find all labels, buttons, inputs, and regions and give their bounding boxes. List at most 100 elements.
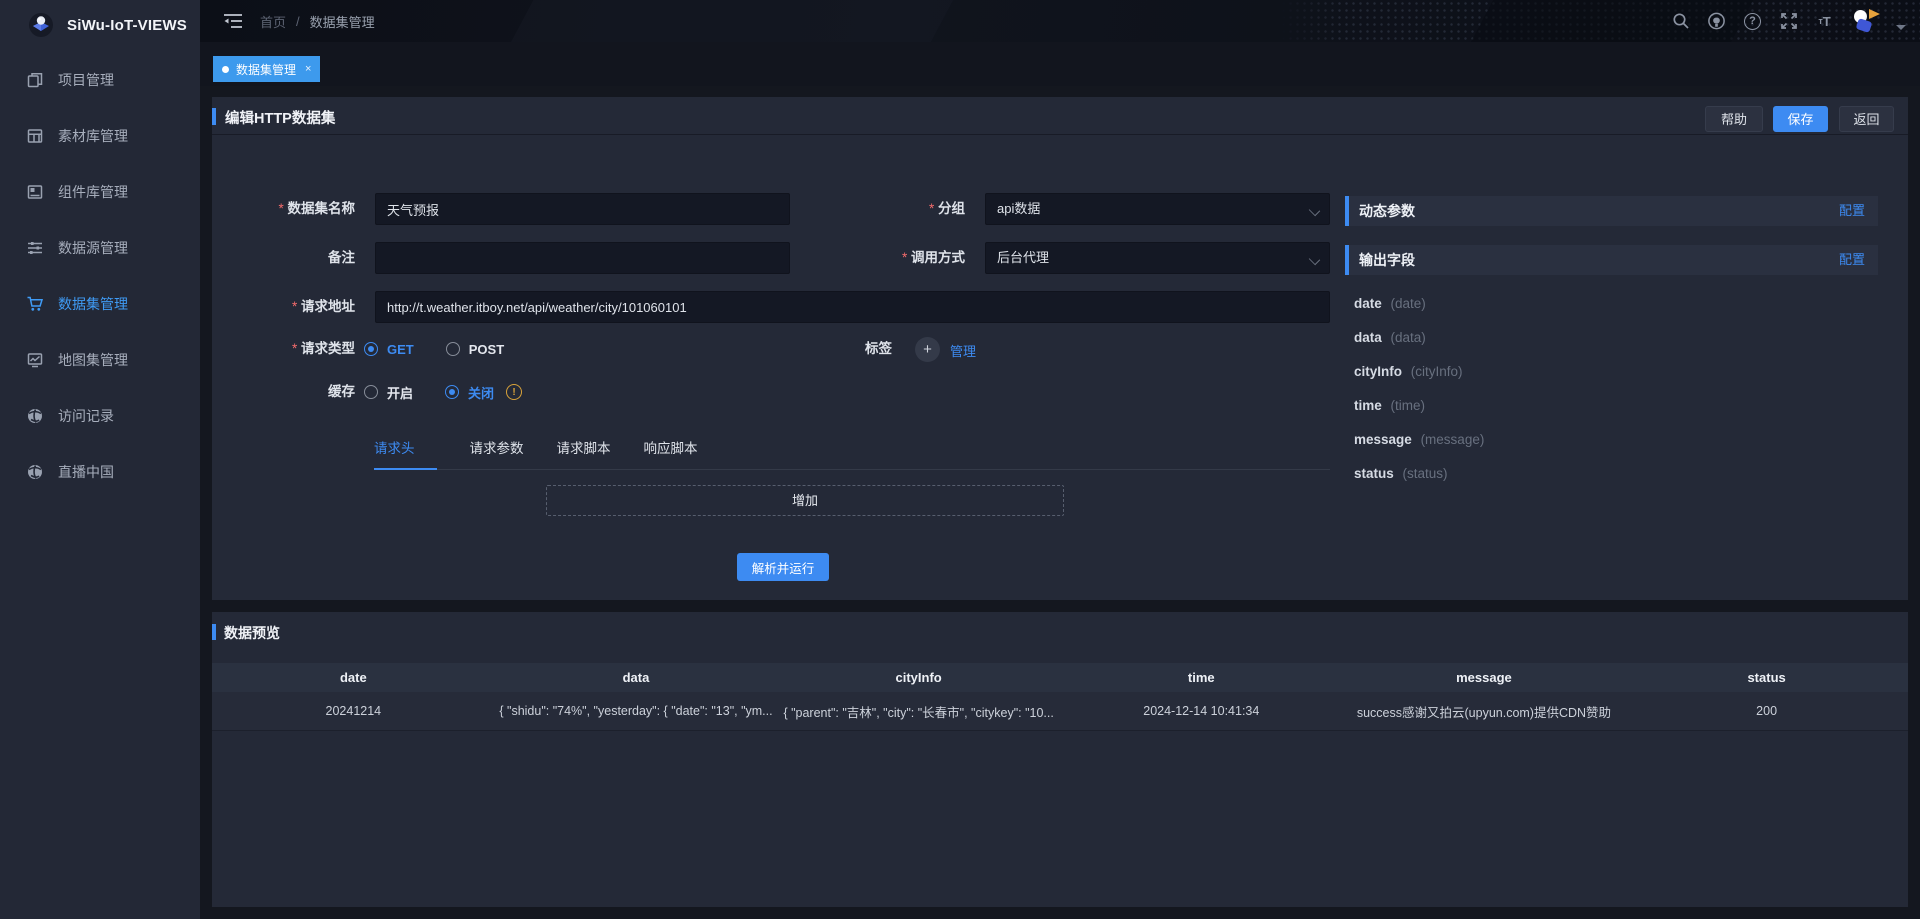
sidebar-item-datasource[interactable]: 数据源管理 — [0, 220, 200, 276]
group-select-value: api数据 — [997, 201, 1040, 216]
chevron-down-icon — [1309, 205, 1320, 216]
manage-tags-link[interactable]: 管理 — [950, 341, 976, 360]
tab-active-dot — [222, 66, 229, 73]
fullscreen-icon[interactable] — [1779, 12, 1798, 31]
add-tag-button[interactable]: + — [915, 337, 940, 362]
request-url-label: 请求地址 — [212, 291, 355, 323]
app-logo: SiWu-IoT-VIEWS — [0, 0, 200, 50]
invoke-mode-select[interactable]: 后台代理 — [985, 242, 1330, 274]
help-button[interactable]: 帮助 — [1705, 106, 1763, 132]
dataset-icon — [26, 295, 44, 313]
request-type-radio-group: GET POST — [364, 339, 504, 359]
column-header: status — [1625, 670, 1908, 685]
dynamic-params-title: 动态参数 — [1359, 196, 1415, 226]
save-button[interactable]: 保存 — [1773, 106, 1828, 132]
output-fields-header: 输出字段 配置 — [1345, 245, 1878, 275]
avatar-body — [1856, 18, 1873, 33]
output-field-item: data (data) — [1345, 321, 1878, 355]
cell-time: 2024-12-14 10:41:34 — [1060, 704, 1343, 718]
column-header: data — [495, 670, 778, 685]
output-field-item: date (date) — [1345, 287, 1878, 321]
tab-request-headers[interactable]: 请求头 — [374, 431, 437, 470]
add-header-button[interactable]: 增加 — [546, 485, 1064, 516]
invoke-mode-label: 调用方式 — [612, 242, 965, 274]
sidebar-item-project[interactable]: 项目管理 — [0, 52, 200, 108]
preview-table-header: date data cityInfo time message status — [212, 663, 1908, 692]
editor-header: 编辑HTTP数据集 帮助 保存 返回 — [212, 97, 1908, 135]
request-type-label: 请求类型 — [212, 339, 355, 359]
breadcrumb-home[interactable]: 首页 — [260, 12, 286, 31]
tab-response-script[interactable]: 响应脚本 — [644, 431, 698, 469]
section-accent-bar — [1345, 245, 1349, 275]
invoke-mode-select-value: 后台代理 — [997, 250, 1049, 265]
material-icon — [26, 127, 44, 145]
preview-table: date data cityInfo time message status 2… — [212, 663, 1908, 731]
back-button[interactable]: 返回 — [1839, 106, 1894, 132]
group-select[interactable]: api数据 — [985, 193, 1330, 225]
globe-icon — [26, 407, 44, 425]
tab-dataset-management[interactable]: 数据集管理 × — [213, 56, 320, 82]
top-header: 首页 / 数据集管理 ? тT — [200, 0, 1920, 42]
output-fields-config-link[interactable]: 配置 — [1839, 245, 1865, 275]
data-preview-title: 数据预览 — [224, 623, 280, 643]
radio-cache-off-label[interactable]: 关闭 — [468, 383, 494, 402]
column-header: cityInfo — [777, 670, 1060, 685]
sidebar-item-component[interactable]: 组件库管理 — [0, 164, 200, 220]
cell-cityinfo: { "parent": "吉林", "city": "长春市", "cityke… — [777, 702, 1060, 721]
sidebar-item-material[interactable]: 素材库管理 — [0, 108, 200, 164]
section-accent-bar — [1345, 196, 1349, 226]
radio-get[interactable] — [364, 342, 378, 356]
tab-label: 数据集管理 — [236, 61, 296, 78]
output-fields-title: 输出字段 — [1359, 245, 1415, 275]
title-accent-bar — [212, 108, 216, 125]
search-icon[interactable] — [1671, 12, 1690, 31]
sidebar-item-label: 直播中国 — [58, 462, 114, 482]
tab-close-icon[interactable]: × — [305, 63, 311, 75]
cell-date: 20241214 — [212, 704, 495, 718]
breadcrumb: 首页 / 数据集管理 — [260, 0, 375, 42]
app-logo-icon — [28, 12, 54, 38]
collapse-menu-icon[interactable] — [223, 12, 243, 30]
sidebar-item-label: 访问记录 — [58, 406, 114, 426]
data-preview-panel: 数据预览 date data cityInfo time message sta… — [212, 612, 1908, 907]
avatar-flag — [1869, 9, 1880, 19]
radio-cache-on-label[interactable]: 开启 — [387, 383, 413, 402]
cell-message: success感谢又拍云(upyun.com)提供CDN赞助 — [1343, 702, 1626, 721]
radio-cache-on[interactable] — [364, 385, 378, 399]
radio-cache-off[interactable] — [445, 385, 459, 399]
tab-request-script[interactable]: 请求脚本 — [557, 431, 611, 469]
radio-post-label[interactable]: POST — [469, 342, 504, 357]
sidebar-item-dataset[interactable]: 数据集管理 — [0, 276, 200, 332]
font-size-icon[interactable]: тT — [1815, 12, 1834, 31]
column-header: date — [212, 670, 495, 685]
output-field-item: time (time) — [1345, 389, 1878, 423]
table-row: 20241214 { "shidu": "74%", "yesterday": … — [212, 692, 1908, 731]
group-label: 分组 — [612, 193, 965, 225]
mapset-icon — [26, 351, 44, 369]
column-header: time — [1060, 670, 1343, 685]
radio-post[interactable] — [446, 342, 460, 356]
editor-title: 编辑HTTP数据集 — [225, 107, 335, 128]
sidebar-item-label: 地图集管理 — [58, 350, 128, 370]
sidebar-item-mapset[interactable]: 地图集管理 — [0, 332, 200, 388]
sidebar-item-label: 数据集管理 — [58, 294, 128, 314]
tab-request-params[interactable]: 请求参数 — [470, 431, 524, 469]
parse-and-run-button[interactable]: 解析并运行 — [737, 553, 829, 581]
page-tabstrip: 数据集管理 × — [200, 42, 1920, 86]
tag-label: 标签 — [772, 339, 892, 359]
cache-warning-icon: ! — [506, 384, 522, 400]
sidebar-item-live-china[interactable]: 直播中国 — [0, 444, 200, 500]
request-url-input[interactable] — [375, 291, 1330, 323]
sidebar-item-visit-log[interactable]: 访问记录 — [0, 388, 200, 444]
dynamic-params-config-link[interactable]: 配置 — [1839, 196, 1865, 226]
sidebar-item-label: 项目管理 — [58, 70, 114, 90]
help-icon[interactable]: ? — [1743, 12, 1762, 31]
github-icon[interactable] — [1707, 12, 1726, 31]
caret-down-icon[interactable] — [1896, 25, 1906, 30]
cell-data: { "shidu": "74%", "yesterday": { "date":… — [495, 704, 778, 718]
radio-get-label[interactable]: GET — [387, 342, 414, 357]
app-title: SiWu-IoT-VIEWS — [67, 17, 187, 34]
user-avatar[interactable] — [1851, 7, 1879, 35]
sidebar-item-label: 组件库管理 — [58, 182, 128, 202]
cache-radio-group: 开启 关闭 ! — [364, 382, 522, 402]
